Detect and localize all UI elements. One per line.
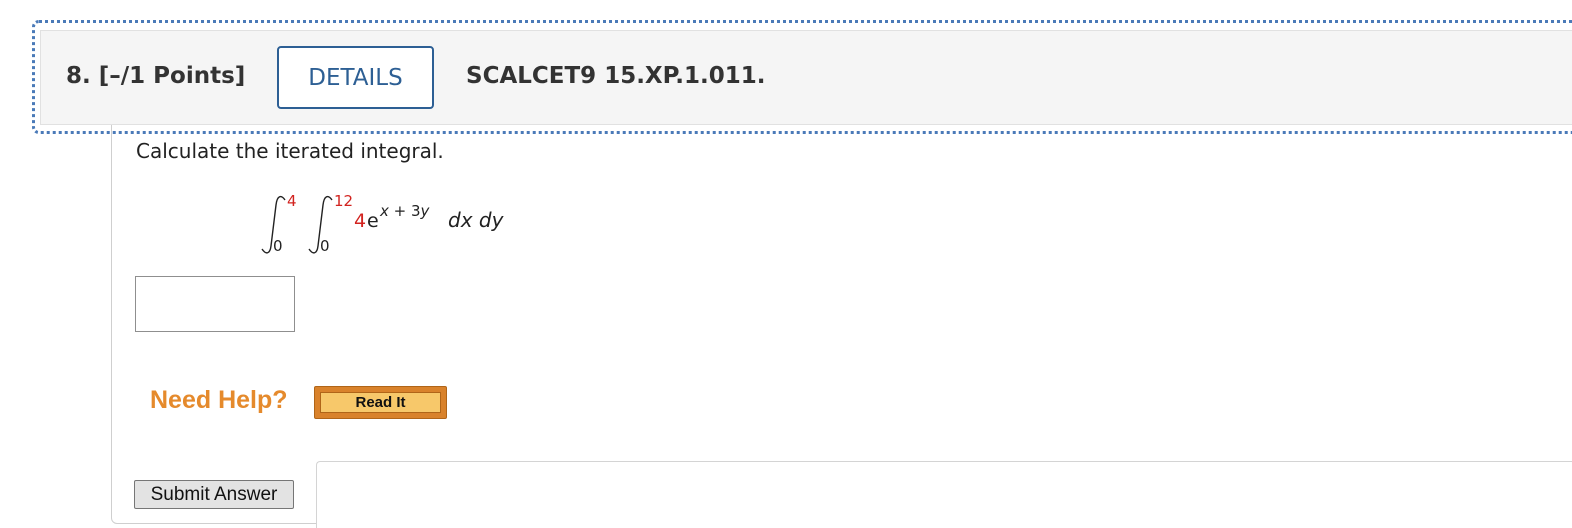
details-button[interactable]: DETAILS	[277, 46, 434, 109]
submit-area-divider	[316, 461, 1572, 528]
read-it-label: Read It	[320, 392, 441, 413]
question-code: SCALCET9 15.XP.1.011.	[466, 63, 766, 89]
submit-answer-button[interactable]: Submit Answer	[134, 480, 294, 509]
need-help-label: Need Help?	[150, 386, 288, 414]
header-focus-ring	[32, 20, 1572, 134]
question-prompt: Calculate the iterated integral.	[136, 139, 444, 163]
question-page: 8. [–/1 Points] DETAILS SCALCET9 15.XP.1…	[0, 0, 1572, 528]
read-it-button[interactable]: Read It	[314, 386, 447, 419]
question-number-points: 8. [–/1 Points]	[66, 63, 246, 89]
answer-input[interactable]	[135, 276, 295, 332]
